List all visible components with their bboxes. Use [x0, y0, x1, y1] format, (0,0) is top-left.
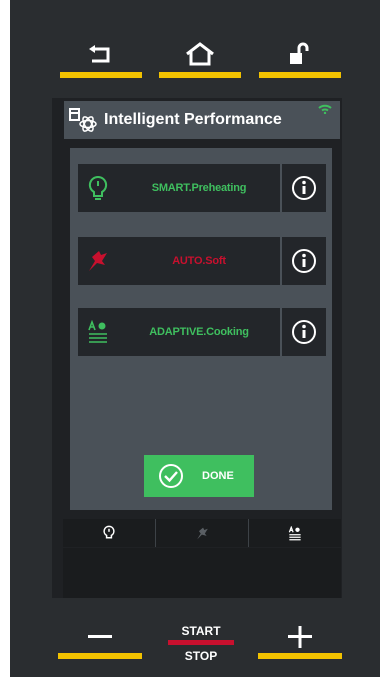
- start-stop-divider: [168, 640, 234, 645]
- home-icon: [186, 42, 214, 66]
- plus-button[interactable]: [258, 625, 342, 659]
- feature-auto-soft[interactable]: AUTO.Soft: [78, 237, 326, 285]
- info-button-adaptive-cooking[interactable]: [280, 308, 326, 356]
- home-button[interactable]: [159, 30, 241, 78]
- info-icon: [292, 249, 316, 273]
- plus-button-bar: [258, 653, 342, 659]
- oven-atom-icon: [69, 108, 97, 132]
- bulb-power-icon: [88, 175, 108, 200]
- tab-content-area: [63, 548, 341, 598]
- info-icon: [292, 176, 316, 200]
- home-button-bar: [159, 72, 241, 78]
- back-button[interactable]: [60, 30, 142, 78]
- panel-titlebar: Intelligent Performance: [64, 101, 340, 139]
- check-circle-icon: [159, 464, 183, 488]
- bulb-power-icon: [103, 525, 115, 539]
- feature-label: AUTO.Soft: [172, 255, 226, 267]
- info-button-smart-preheating[interactable]: [280, 164, 326, 212]
- feature-label: SMART.Preheating: [151, 182, 247, 194]
- back-button-bar: [60, 72, 142, 78]
- minus-icon: [88, 635, 112, 638]
- stop-label: STOP: [184, 649, 218, 663]
- feature-tab-strip: [63, 519, 341, 547]
- tab-smart-preheating[interactable]: [63, 519, 156, 547]
- info-icon: [292, 320, 316, 344]
- wifi-icon: [318, 104, 332, 114]
- auto-soft-icon: [89, 251, 107, 271]
- adaptive-cooking-icon: [288, 525, 301, 540]
- feature-smart-preheating[interactable]: SMART.Preheating: [78, 164, 326, 212]
- start-stop-button[interactable]: START STOP: [162, 624, 240, 663]
- adaptive-cooking-icon: [88, 320, 107, 343]
- feature-label: ADAPTIVE.Cooking: [149, 326, 249, 338]
- feature-adaptive-cooking[interactable]: ADAPTIVE.Cooking: [78, 308, 326, 356]
- panel-title: Intelligent Performance: [104, 111, 282, 128]
- start-label: START: [181, 624, 221, 638]
- minus-button-bar: [58, 653, 142, 659]
- lock-button-bar: [259, 72, 341, 78]
- info-button-auto-soft[interactable]: [280, 237, 326, 285]
- auto-soft-icon: [196, 527, 208, 539]
- back-arrow-icon: [89, 45, 110, 63]
- unlock-icon: [290, 42, 309, 64]
- tab-adaptive-cooking[interactable]: [249, 519, 341, 547]
- minus-button[interactable]: [58, 626, 142, 659]
- lock-button[interactable]: [259, 30, 341, 78]
- done-button[interactable]: DONE: [144, 455, 254, 497]
- tab-auto-soft[interactable]: [156, 519, 249, 547]
- done-label: DONE: [202, 470, 234, 482]
- plus-icon: [288, 625, 312, 648]
